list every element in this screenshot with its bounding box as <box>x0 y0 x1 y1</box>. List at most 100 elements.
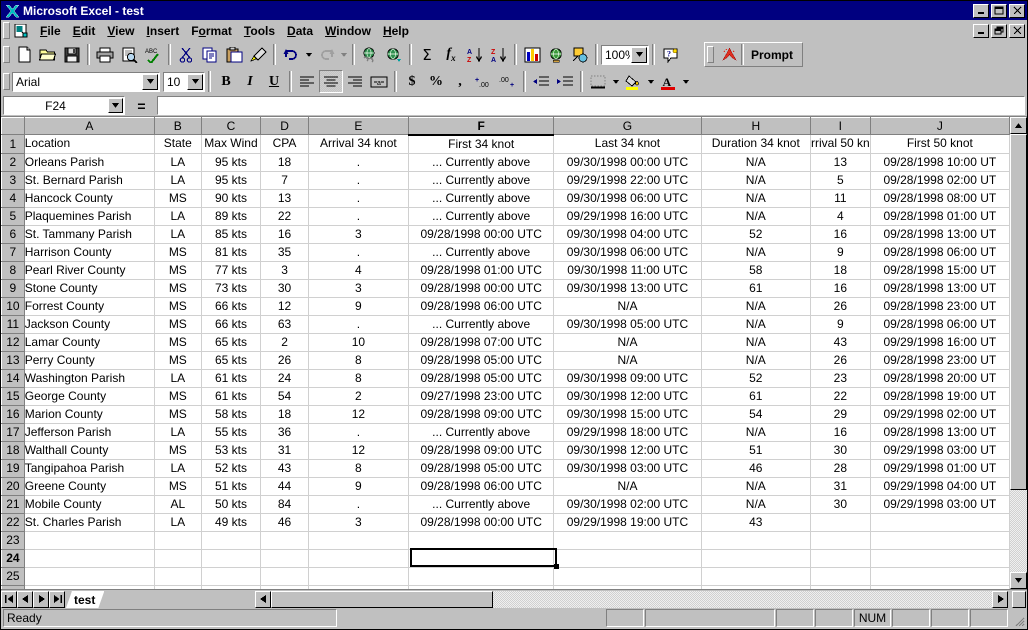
cell-B4[interactable]: MS <box>154 189 202 208</box>
cell-E15[interactable]: 2 <box>308 387 410 406</box>
cell-E9[interactable]: 3 <box>308 279 410 298</box>
cell-A17[interactable]: Jefferson Parish <box>24 423 156 442</box>
minimize-button[interactable] <box>973 3 989 18</box>
cell-B23[interactable] <box>154 531 202 550</box>
cell-H14[interactable]: 52 <box>701 369 811 388</box>
row-header-1[interactable]: 1 <box>1 134 25 154</box>
cell-E10[interactable]: 9 <box>308 297 410 316</box>
cell-F26[interactable] <box>408 585 555 589</box>
column-header-e[interactable]: E <box>307 117 410 135</box>
cell-F2[interactable]: ... Currently above <box>408 153 555 172</box>
drawing-icon[interactable] <box>568 43 592 66</box>
row-header-16[interactable]: 16 <box>1 404 25 424</box>
cell-D26[interactable] <box>260 585 309 589</box>
cell-J17[interactable]: 09/28/1998 13:00 UT <box>870 423 1010 442</box>
print-icon[interactable] <box>93 43 117 66</box>
cell-C15[interactable]: 61 kts <box>201 387 262 406</box>
paste-clipboard-icon[interactable] <box>222 43 246 66</box>
cell-D14[interactable]: 24 <box>260 369 309 388</box>
italic-button[interactable]: I <box>238 70 262 93</box>
cell-D8[interactable]: 3 <box>260 261 309 280</box>
cell-J2[interactable]: 09/28/1998 10:00 UT <box>870 153 1010 172</box>
cell-J26[interactable] <box>870 585 1010 589</box>
copy-icon[interactable] <box>198 43 222 66</box>
row-header-4[interactable]: 4 <box>1 188 25 208</box>
row-header-26[interactable]: 26 <box>1 584 25 589</box>
cell-A6[interactable]: St. Tammany Parish <box>24 225 156 244</box>
row-header-19[interactable]: 19 <box>1 458 25 478</box>
hscroll-right-button[interactable] <box>992 590 1008 608</box>
cell-D19[interactable]: 43 <box>260 459 309 478</box>
cell-G14[interactable]: 09/30/1998 09:00 UTC <box>553 369 702 388</box>
cell-C25[interactable] <box>201 567 262 586</box>
cell-E7[interactable]: . <box>308 243 410 262</box>
cell-I10[interactable]: 26 <box>810 297 871 316</box>
cell-B18[interactable]: MS <box>154 441 202 460</box>
cell-E4[interactable]: . <box>308 189 410 208</box>
first-sheet-button[interactable] <box>1 590 17 608</box>
cell-B1[interactable]: State <box>154 134 202 154</box>
cell-B20[interactable]: MS <box>154 477 202 496</box>
cell-H1[interactable]: Duration 34 knot <box>701 134 811 154</box>
bold-button[interactable]: B <box>214 70 238 93</box>
merge-and-center-icon[interactable]: a <box>367 70 391 93</box>
underline-button[interactable]: U <box>262 70 286 93</box>
row-header-12[interactable]: 12 <box>1 332 25 352</box>
cell-H13[interactable]: N/A <box>701 351 811 370</box>
cell-A12[interactable]: Lamar County <box>24 333 156 352</box>
cell-F12[interactable]: 09/28/1998 07:00 UTC <box>408 333 555 352</box>
chart-wizard-icon[interactable] <box>520 43 544 66</box>
cell-G24[interactable] <box>553 549 702 568</box>
cell-D11[interactable]: 63 <box>260 315 309 334</box>
cell-B8[interactable]: MS <box>154 261 202 280</box>
cell-J18[interactable]: 09/29/1998 03:00 UT <box>870 441 1010 460</box>
cell-B10[interactable]: MS <box>154 297 202 316</box>
cell-G2[interactable]: 09/30/1998 00:00 UTC <box>553 153 702 172</box>
cell-E1[interactable]: Arrival 34 knot <box>308 134 410 154</box>
cell-E12[interactable]: 10 <box>308 333 410 352</box>
cell-H19[interactable]: 46 <box>701 459 811 478</box>
cell-B9[interactable]: MS <box>154 279 202 298</box>
cell-F7[interactable]: ... Currently above <box>408 243 555 262</box>
cell-B12[interactable]: MS <box>154 333 202 352</box>
column-header-d[interactable]: D <box>260 117 309 135</box>
cell-D1[interactable]: CPA <box>260 134 309 154</box>
cell-B13[interactable]: MS <box>154 351 202 370</box>
column-header-f[interactable]: F <box>408 117 555 136</box>
cell-C12[interactable]: 65 kts <box>201 333 262 352</box>
increase-indent-icon[interactable] <box>553 70 577 93</box>
borders-dropdown-arrow-icon[interactable] <box>610 70 621 93</box>
cell-H9[interactable]: 61 <box>701 279 811 298</box>
new-document-icon[interactable] <box>12 43 36 66</box>
prompt-button[interactable]: Prompt <box>744 43 800 66</box>
cell-A21[interactable]: Mobile County <box>24 495 156 514</box>
cell-F5[interactable]: ... Currently above <box>408 207 555 226</box>
cell-I13[interactable]: 26 <box>810 351 871 370</box>
cell-I2[interactable]: 13 <box>810 153 871 172</box>
scroll-down-button[interactable] <box>1010 572 1027 589</box>
cell-I20[interactable]: 31 <box>810 477 871 496</box>
cell-D24[interactable] <box>260 549 309 568</box>
print-preview-icon[interactable] <box>117 43 141 66</box>
undo-dropdown-arrow-icon[interactable] <box>303 43 314 66</box>
cell-F1[interactable]: First 34 knot <box>408 134 555 154</box>
cell-G16[interactable]: 09/30/1998 15:00 UTC <box>553 405 702 424</box>
name-box[interactable]: F24 <box>3 96 125 115</box>
cell-H10[interactable]: N/A <box>701 297 811 316</box>
formula-input[interactable] <box>157 96 1025 115</box>
cell-F24[interactable] <box>408 549 555 568</box>
row-header-8[interactable]: 8 <box>1 260 25 280</box>
cell-H8[interactable]: 58 <box>701 261 811 280</box>
cell-C21[interactable]: 50 kts <box>201 495 262 514</box>
cell-J8[interactable]: 09/28/1998 15:00 UT <box>870 261 1010 280</box>
cell-G18[interactable]: 09/30/1998 12:00 UTC <box>553 441 702 460</box>
cell-G15[interactable]: 09/30/1998 12:00 UTC <box>553 387 702 406</box>
menu-item-data[interactable]: Data <box>281 22 319 40</box>
autosum-sigma-icon[interactable]: Σ <box>415 43 439 66</box>
cell-G17[interactable]: 09/29/1998 18:00 UTC <box>553 423 702 442</box>
cell-C23[interactable] <box>201 531 262 550</box>
cell-C11[interactable]: 66 kts <box>201 315 262 334</box>
cell-B14[interactable]: LA <box>154 369 202 388</box>
font-color-dropdown-arrow-icon[interactable] <box>680 70 691 93</box>
cell-F23[interactable] <box>408 531 555 550</box>
